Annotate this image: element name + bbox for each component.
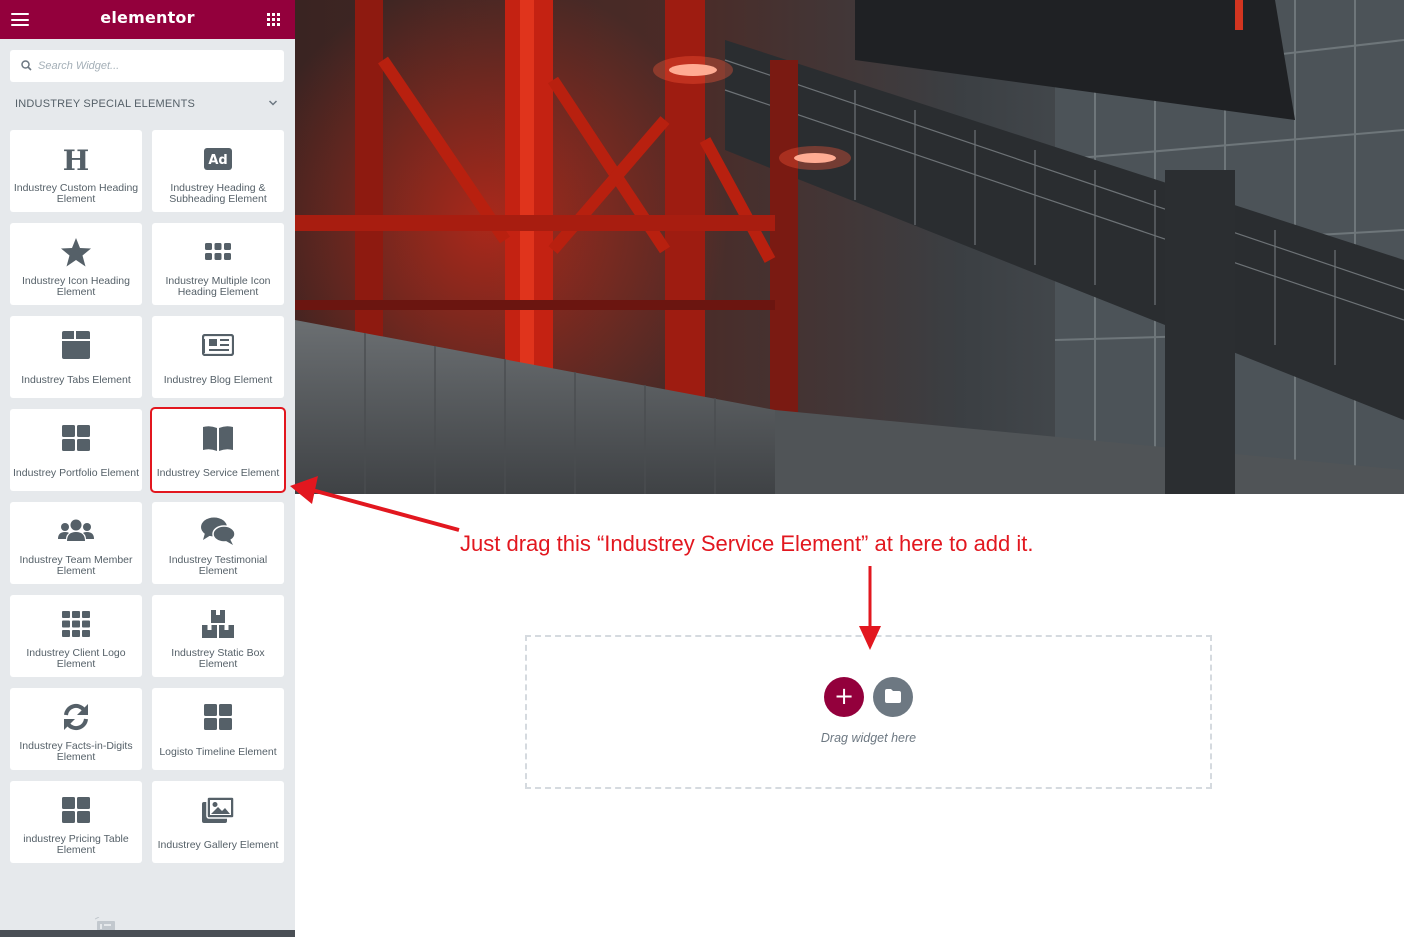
add-template-button[interactable] [873,677,913,717]
widget-portfolio[interactable]: Industrey Portfolio Element [10,409,142,491]
widgets-grid-icon[interactable] [267,13,280,26]
widget-client-logo[interactable]: Industrey Client Logo Element [10,595,142,677]
widget-static-box[interactable]: Industrey Static Box Element [152,595,284,677]
add-section-button[interactable]: + [824,677,864,717]
ad-icon: Ad [152,144,284,174]
widget-icon-heading[interactable]: Industrey Icon Heading Element [10,223,142,305]
widget-label: Industrey Multiple Icon Heading Element [165,275,271,298]
chevron-down-icon[interactable] [268,99,278,107]
grid-icon [10,795,142,825]
widget-label: Industrey Team Member Element [19,554,133,577]
widget-tabs[interactable]: Industrey Tabs Element [10,316,142,398]
panel-header: elementor [0,0,295,39]
widget-multiple-icon-heading[interactable]: Industrey Multiple Icon Heading Element [152,223,284,305]
images-icon [152,795,284,825]
widget-heading-subheading[interactable]: Ad Industrey Heading & Subheading Elemen… [152,130,284,212]
widget-label: Industrey Blog Element [163,373,273,386]
search-input[interactable] [38,58,268,74]
boxes-icon [152,609,284,639]
grid-icon [10,423,142,453]
widget-label: industrey Pricing Table Element [23,833,129,856]
widget-pricing-table[interactable]: industrey Pricing Table Element [10,781,142,863]
navigator-icon[interactable] [95,917,115,931]
book-icon [152,423,284,453]
widget-custom-heading[interactable]: H Industrey Custom Heading Element [10,130,142,212]
widget-service[interactable]: Industrey Service Element [150,407,286,493]
widget-label: Industrey Static Box Element [171,647,265,670]
search-icon [21,60,32,71]
newspaper-icon [152,330,284,360]
heading-icon: H [10,144,142,174]
grid-icon [152,702,284,732]
widget-label: Industrey Service Element [156,466,280,479]
widget-panel: elementor INDUSTREY SPECIAL ELEMENTS H I… [0,0,295,937]
widget-label: Industrey Facts-in-Digits Element [19,740,133,763]
folder-icon [885,689,901,703]
grid-nine-icon [10,609,142,639]
widget-label: Industrey Client Logo Element [26,647,126,670]
widget-blog[interactable]: Industrey Blog Element [152,316,284,398]
category-title: INDUSTREY SPECIAL ELEMENTS [15,98,196,110]
widget-gallery[interactable]: Industrey Gallery Element [152,781,284,863]
star-icon [10,237,142,267]
drop-zone-hint: Drag widget here [820,731,917,745]
elementor-logo: elementor [100,8,195,27]
widget-label: Industrey Portfolio Element [12,466,140,479]
drop-zone[interactable] [525,635,1212,789]
widget-testimonial[interactable]: Industrey Testimonial Element [152,502,284,584]
widget-team-member[interactable]: Industrey Team Member Element [10,502,142,584]
widget-label: Logisto Timeline Element [159,745,277,758]
widget-label: Industrey Gallery Element [157,838,279,851]
instruction-annotation: Just drag this “Industrey Service Elemen… [460,531,1034,556]
comments-icon [152,516,284,546]
folder-tabs-icon [10,330,142,360]
search-widget-field[interactable] [10,50,284,82]
panel-footer [0,930,295,937]
grid-dots-icon [152,237,284,267]
users-icon [10,516,142,546]
widget-timeline[interactable]: Logisto Timeline Element [152,688,284,770]
widget-label: Industrey Tabs Element [21,373,131,386]
editor-canvas: Just drag this “Industrey Service Elemen… [295,0,1404,937]
svg-text:H: H [63,145,89,173]
widget-label: Industrey Testimonial Element [168,554,268,577]
sync-icon [10,702,142,732]
widget-label: Industrey Heading & Subheading Element [169,182,267,205]
svg-text:Ad: Ad [208,153,227,168]
widget-label: Industrey Custom Heading Element [13,182,139,205]
widget-label: Industrey Icon Heading Element [22,275,130,298]
hero-image [295,0,1404,494]
widget-facts-in-digits[interactable]: Industrey Facts-in-Digits Element [10,688,142,770]
